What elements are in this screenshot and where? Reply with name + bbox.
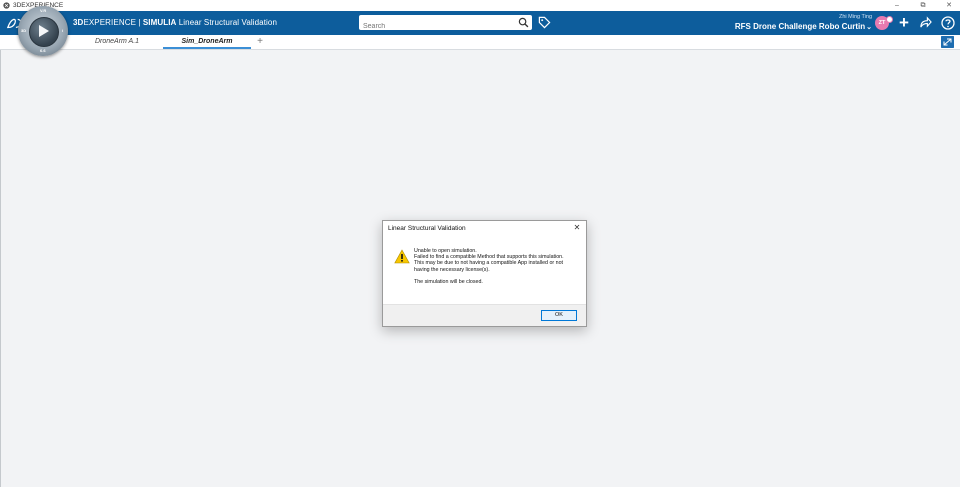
share-icon[interactable] xyxy=(919,16,932,29)
brand-app: SIMULIA xyxy=(142,18,177,27)
tab-dronearm[interactable]: DroneArm A.1 xyxy=(78,35,156,49)
tenant-name: RFS Drone Challenge Robo Curtin xyxy=(734,22,866,31)
tenant-selector[interactable]: RFS Drone Challenge Robo Curtin⌄ xyxy=(735,21,872,33)
app-logo-icon xyxy=(3,2,10,9)
ok-button[interactable]: OK xyxy=(541,310,577,321)
compass-north[interactable]: V.R xyxy=(40,8,46,13)
tag-icon[interactable] xyxy=(538,16,551,29)
compass-south[interactable]: 6.6 xyxy=(40,48,46,53)
help-icon[interactable] xyxy=(941,16,955,30)
search-icon[interactable] xyxy=(518,17,529,28)
restore-button[interactable]: ⧉ xyxy=(918,0,928,11)
compass-east[interactable]: i xyxy=(62,28,63,33)
tab-bar: DroneArm A.1 Sim_DroneArm + xyxy=(0,35,960,50)
message-line: This may be due to not having a compatib… xyxy=(414,260,563,273)
app-brand: 3DEXPERIENCE | SIMULIA Linear Structural… xyxy=(73,11,277,35)
warning-icon xyxy=(394,249,410,264)
user-block[interactable]: Zhi Ming Ting RFS Drone Challenge Robo C… xyxy=(735,14,872,33)
error-dialog: Linear Structural Validation ✕ Unable to… xyxy=(382,220,587,327)
brand-3d: 3D xyxy=(73,18,84,27)
minimize-button[interactable]: – xyxy=(892,0,902,11)
user-name: Zhi Ming Ting xyxy=(838,14,872,20)
canvas-edge xyxy=(0,50,1,487)
compass-west[interactable]: 3D xyxy=(21,28,26,33)
dialog-title: Linear Structural Validation xyxy=(388,225,466,232)
chevron-down-icon: ⌄ xyxy=(866,24,872,31)
add-tab-button[interactable]: + xyxy=(254,35,266,48)
add-button[interactable]: + xyxy=(896,14,912,32)
close-window-button[interactable]: ✕ xyxy=(944,0,954,11)
dialog-message: Unable to open simulation. Failed to fin… xyxy=(414,248,580,285)
window-controls: – ⧉ ✕ xyxy=(892,0,954,11)
play-icon[interactable] xyxy=(38,24,50,38)
search-box xyxy=(359,15,532,34)
tab-sim-dronearm[interactable]: Sim_DroneArm xyxy=(163,35,251,49)
top-bar: 3DEXPERIENCE | SIMULIA Linear Structural… xyxy=(0,11,960,35)
notification-badge xyxy=(886,16,893,23)
fullscreen-icon[interactable] xyxy=(941,36,954,48)
brand-experience: EXPERIENCE xyxy=(83,18,137,27)
compass[interactable]: V.R 3D i 6.6 xyxy=(18,6,68,56)
brand-separator: | xyxy=(136,18,143,27)
search-input[interactable] xyxy=(359,19,513,34)
dialog-close-button[interactable]: ✕ xyxy=(572,223,582,233)
message-line: The simulation will be closed. xyxy=(414,278,483,285)
dialog-footer: OK xyxy=(383,304,586,326)
brand-module: Linear Structural Validation xyxy=(176,18,278,27)
